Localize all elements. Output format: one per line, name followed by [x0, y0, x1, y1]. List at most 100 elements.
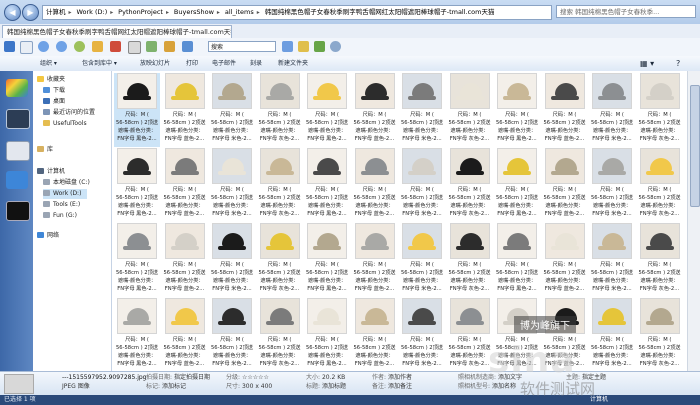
file-tile[interactable]: 尺码：M (56-58cm ) 2顶送 遮嘴-颜色分类： FN字母 黑色-2...: [304, 223, 350, 297]
image-thumbnail[interactable]: [354, 73, 395, 109]
address-bar[interactable]: 计算机 ▸ Work (D:) ▸ PythonProject ▸ BuyersSho…: [42, 5, 552, 20]
image-thumbnail[interactable]: [497, 223, 537, 259]
nav-drive-e[interactable]: Tools (E:): [43, 200, 80, 210]
image-thumbnail[interactable]: [592, 223, 632, 259]
forward-button[interactable]: ▶: [22, 4, 39, 21]
breadcrumb-pythonproject[interactable]: PythonProject: [115, 6, 166, 19]
terminal-icon[interactable]: [6, 201, 30, 221]
file-tile[interactable]: 尺码：M (56-58cm ) 2顶送 遮嘴-颜色分类： FN字母 米色-2...: [399, 73, 445, 147]
breadcrumb-work[interactable]: Work (D:): [73, 6, 110, 19]
tab-current-folder[interactable]: 韩国纯棉黑色帽子女春秋季刷字鸭舌帽网红太阳帽遮阳棒球帽子-tmall.com天猫: [2, 25, 232, 38]
view-options-icon[interactable]: ▦ ▾: [640, 56, 654, 71]
image-thumbnail[interactable]: [402, 298, 442, 334]
file-tile[interactable]: 尺码：M (56-58cm ) 2顶送 遮嘴-颜色分类： FN字母 灰色-2...: [257, 73, 303, 147]
file-tile[interactable]: 尺码：M (56-58cm ) 2顶送 遮嘴-颜色分类： FN字母 米色-2...: [399, 298, 445, 371]
copy-icon[interactable]: [146, 41, 157, 52]
file-tile[interactable]: 尺码：M (56-58cm ) 2顶送 遮嘴-颜色分类： FN字母 黑色-2...: [114, 223, 160, 297]
nav-item-usefultools[interactable]: UsefulTools: [43, 119, 87, 129]
image-thumbnail[interactable]: [164, 298, 205, 334]
file-tile[interactable]: 尺码：M (56-58cm ) 2顶送 遮嘴-颜色分类： FN字母 蓝色-2...: [542, 73, 588, 147]
file-tile[interactable]: 尺码：M (56-58cm ) 2顶送 遮嘴-颜色分类： FN字母 黑色-2...: [494, 223, 540, 297]
file-tile[interactable]: 尺码：M (56-58cm ) 2顶送 遮嘴-颜色分类： FN字母 米色-2...: [209, 223, 255, 297]
image-thumbnail[interactable]: [307, 148, 347, 184]
back-button[interactable]: ◀: [4, 4, 21, 21]
image-thumbnail[interactable]: [402, 73, 442, 109]
delete-icon[interactable]: [110, 41, 121, 52]
file-tile[interactable]: 尺码：M (56-58cm ) 2顶送 遮嘴-颜色分类： FN字母 米色-2...: [589, 223, 635, 297]
paste-icon[interactable]: [164, 41, 175, 52]
nav-network[interactable]: 网络: [37, 231, 59, 241]
image-thumbnail[interactable]: [639, 73, 680, 109]
file-tile[interactable]: 尺码：M (56-58cm ) 2顶送 遮嘴-颜色分类： FN字母 蓝色-2...: [162, 148, 208, 222]
windows-logo-icon[interactable]: [6, 79, 28, 97]
file-tile[interactable]: 尺码：M (56-58cm ) 2顶送 遮嘴-颜色分类： FN字母 米色-2...: [399, 223, 445, 297]
file-tile[interactable]: 尺码：M (56-58cm ) 2顶送 遮嘴-颜色分类： FN字母 蓝色-2...: [352, 73, 398, 147]
file-tile[interactable]: 尺码：M (56-58cm ) 2顶送 遮嘴-颜色分类： FN字母 黑色-2...: [114, 73, 160, 147]
image-thumbnail[interactable]: [117, 73, 157, 109]
file-tile[interactable]: 尺码：M (56-58cm ) 2顶送 遮嘴-颜色分类： FN字母 灰色-2...: [447, 73, 493, 147]
email-button[interactable]: 电子邮件: [212, 56, 236, 71]
image-thumbnail[interactable]: [307, 298, 347, 334]
image-thumbnail[interactable]: [449, 73, 490, 109]
folder-icon[interactable]: [92, 41, 103, 52]
image-thumbnail[interactable]: [402, 223, 442, 259]
file-tile[interactable]: 尺码：M (56-58cm ) 2顶送 遮嘴-颜色分类： FN字母 米色-2...: [589, 298, 635, 371]
nav-computer[interactable]: 计算机: [37, 167, 65, 177]
include-in-library-menu[interactable]: 包含到库中 ▾: [82, 56, 117, 71]
file-tile[interactable]: 尺码：M (56-58cm ) 2顶送 遮嘴-颜色分类： FN字母 蓝色-2...: [162, 298, 208, 371]
file-tile[interactable]: 尺码：M (56-58cm ) 2顶送 遮嘴-颜色分类： FN字母 米色-2...: [589, 73, 635, 147]
refresh-icon[interactable]: [74, 41, 85, 52]
image-thumbnail[interactable]: [544, 73, 585, 109]
image-thumbnail[interactable]: [212, 223, 252, 259]
file-tile[interactable]: 尺码：M (56-58cm ) 2顶送 遮嘴-颜色分类： FN字母 黑色-2...: [114, 148, 160, 222]
image-thumbnail[interactable]: [117, 298, 157, 334]
home-icon[interactable]: [282, 41, 293, 52]
file-tile[interactable]: 尺码：M (56-58cm ) 2顶送 遮嘴-颜色分类： FN字母 黑色-2...: [304, 148, 350, 222]
toolbar-search-input[interactable]: 搜索: [208, 41, 276, 52]
file-tile[interactable]: 尺码：M (56-58cm ) 2顶送 遮嘴-颜色分类： FN字母 灰色-2...: [257, 223, 303, 297]
image-thumbnail[interactable]: [544, 223, 585, 259]
network-icon[interactable]: [6, 171, 28, 189]
gear-icon[interactable]: [330, 41, 341, 52]
file-tile[interactable]: 尺码：M (56-58cm ) 2顶送 遮嘴-颜色分类： FN字母 灰色-2...: [637, 148, 683, 222]
file-tile[interactable]: 尺码：M (56-58cm ) 2顶送 遮嘴-颜色分类： FN字母 黑色-2...: [494, 73, 540, 147]
nav-drive-d-selected[interactable]: Work (D:): [43, 189, 88, 199]
rating-stars[interactable]: ☆☆☆☆☆: [242, 374, 269, 381]
image-thumbnail[interactable]: [354, 148, 395, 184]
image-thumbnail[interactable]: [449, 223, 490, 259]
image-thumbnail[interactable]: [164, 223, 205, 259]
help-icon[interactable]: ?: [676, 56, 680, 71]
file-tile[interactable]: 尺码：M (56-58cm ) 2顶送 遮嘴-颜色分类： FN字母 蓝色-2...: [542, 223, 588, 297]
image-thumbnail[interactable]: [212, 73, 252, 109]
image-thumbnail[interactable]: [307, 73, 347, 109]
image-thumbnail[interactable]: [592, 73, 632, 109]
file-tile[interactable]: 尺码：M (56-58cm ) 2顶送 遮嘴-颜色分类： FN字母 蓝色-2...: [162, 73, 208, 147]
image-thumbnail[interactable]: [402, 148, 442, 184]
title-value[interactable]: 添加标题: [322, 383, 346, 390]
search-icon[interactable]: [314, 41, 325, 52]
file-tile[interactable]: 尺码：M (56-58cm ) 2顶送 遮嘴-颜色分类： FN字母 蓝色-2...: [352, 223, 398, 297]
file-tile[interactable]: 尺码：M (56-58cm ) 2顶送 遮嘴-颜色分类： FN字母 蓝色-2...: [352, 148, 398, 222]
image-thumbnail[interactable]: [354, 223, 395, 259]
back-icon[interactable]: [38, 41, 49, 52]
file-tile[interactable]: 尺码：M (56-58cm ) 2顶送 遮嘴-颜色分类： FN字母 灰色-2...: [637, 298, 683, 371]
file-tile[interactable]: 尺码：M (56-58cm ) 2顶送 遮嘴-颜色分类： FN字母 黑色-2...: [304, 298, 350, 371]
image-thumbnail[interactable]: [259, 298, 300, 334]
camera-model-value[interactable]: 添加名称: [492, 383, 516, 390]
file-tile[interactable]: 尺码：M (56-58cm ) 2顶送 遮嘴-颜色分类： FN字母 米色-2...: [209, 148, 255, 222]
window-icon[interactable]: [20, 41, 33, 54]
file-tile[interactable]: 尺码：M (56-58cm ) 2顶送 遮嘴-颜色分类： FN字母 灰色-2...: [637, 73, 683, 147]
monitor-icon[interactable]: [6, 141, 30, 161]
scrollbar-thumb[interactable]: [690, 85, 700, 207]
image-thumbnail[interactable]: [639, 298, 680, 334]
nav-drive-c[interactable]: 本地磁盘 (C:): [43, 178, 90, 188]
file-tile[interactable]: 尺码：M (56-58cm ) 2顶送 遮嘴-颜色分类： FN字母 灰色-2...: [257, 148, 303, 222]
file-tile[interactable]: 尺码：M (56-58cm ) 2顶送 遮嘴-颜色分类： FN字母 灰色-2...: [637, 223, 683, 297]
up-folder-icon[interactable]: [298, 41, 309, 52]
image-thumbnail[interactable]: [639, 148, 680, 184]
file-tile[interactable]: 尺码：M (56-58cm ) 2顶送 遮嘴-颜色分类： FN字母 米色-2...: [209, 73, 255, 147]
file-tile[interactable]: 尺码：M (56-58cm ) 2顶送 遮嘴-颜色分类： FN字母 蓝色-2...: [542, 148, 588, 222]
cut-icon[interactable]: [182, 41, 193, 52]
burn-button[interactable]: 刻录: [250, 56, 262, 71]
image-thumbnail[interactable]: [449, 148, 490, 184]
